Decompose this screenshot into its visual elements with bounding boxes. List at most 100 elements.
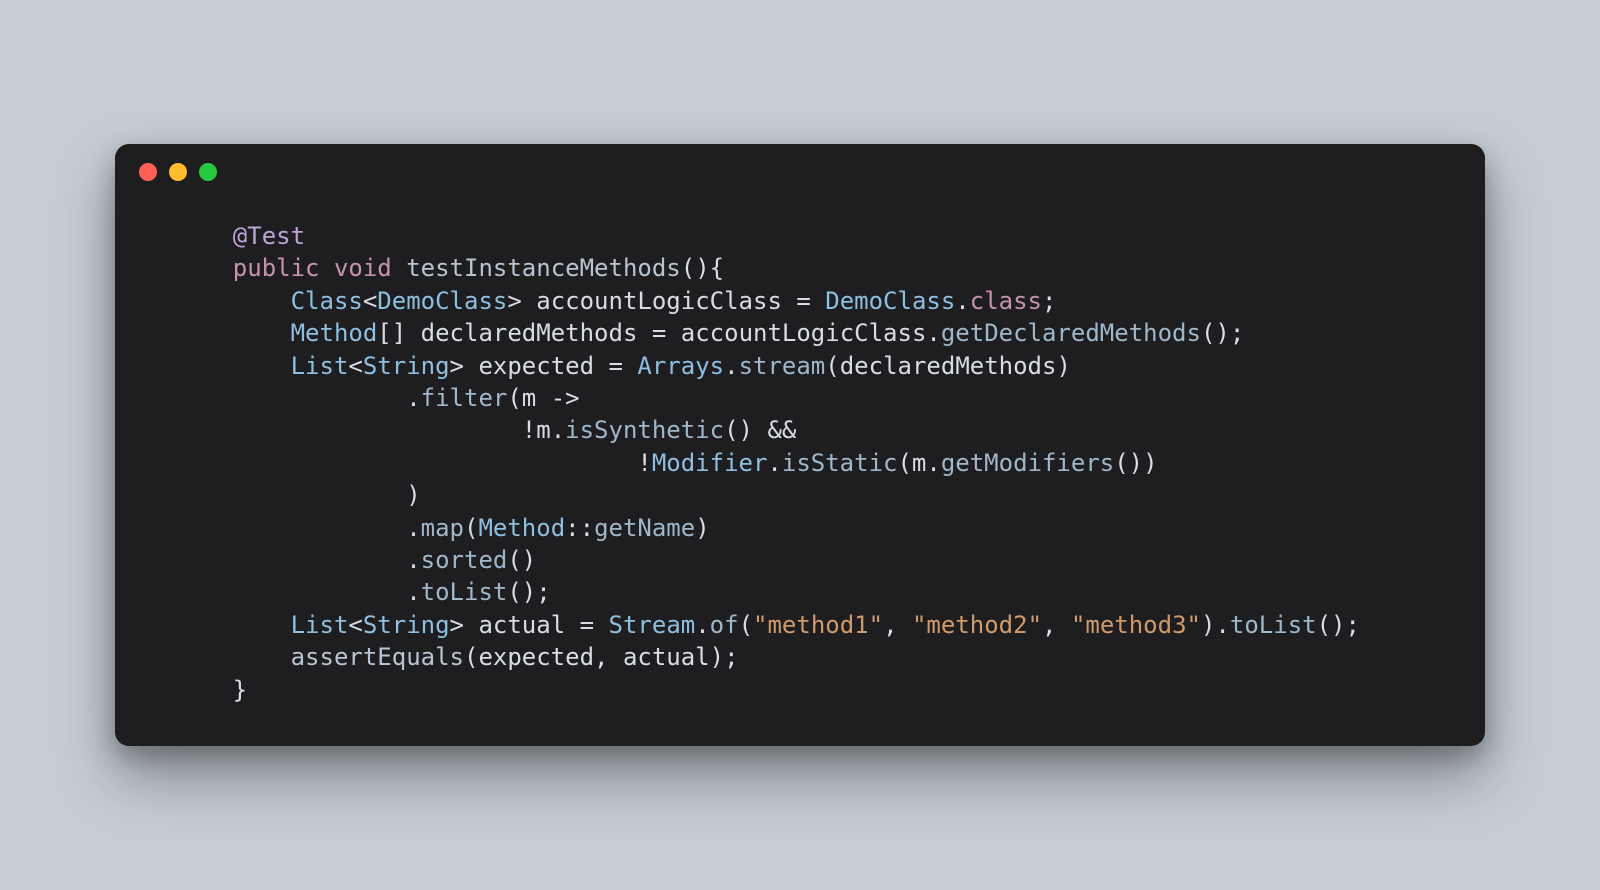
code-token: ! — [175, 449, 652, 477]
code-token: = — [594, 352, 637, 380]
code-token: String — [363, 352, 450, 380]
code-token: m — [536, 416, 550, 444]
code-token: DemoClass — [377, 287, 507, 315]
code-token: () && — [724, 416, 796, 444]
code-token: (); — [507, 578, 550, 606]
code-token: sorted — [421, 546, 508, 574]
code-token: accountLogicClass — [536, 287, 782, 315]
code-token: ( — [507, 384, 521, 412]
code-token: "method2" — [912, 611, 1042, 639]
code-token: Arrays — [637, 352, 724, 380]
code-token: > — [450, 352, 479, 380]
code-token: . — [175, 546, 421, 574]
code-token: filter — [421, 384, 508, 412]
code-token: ) — [1056, 352, 1070, 380]
code-token: ( — [897, 449, 911, 477]
code-token: () — [507, 546, 536, 574]
code-token: accountLogicClass — [681, 319, 927, 347]
code-token: . — [926, 319, 940, 347]
code-token: Method — [291, 319, 378, 347]
code-token: ) — [695, 514, 709, 542]
code-token — [320, 254, 334, 282]
code-token: ()) — [1114, 449, 1157, 477]
code-token: expected — [478, 643, 594, 671]
code-token: "method1" — [753, 611, 883, 639]
code-token: , — [883, 611, 912, 639]
code-token: ). — [1201, 611, 1230, 639]
code-token: < — [348, 352, 362, 380]
code-token: "method3" — [1071, 611, 1201, 639]
code-token: m — [912, 449, 926, 477]
code-token — [175, 643, 291, 671]
code-token: [] — [377, 319, 420, 347]
code-token: actual — [478, 611, 565, 639]
code-token — [175, 254, 233, 282]
code-token: > — [507, 287, 536, 315]
code-token: actual — [623, 643, 710, 671]
code-token: -> — [536, 384, 594, 412]
code-token: , — [1042, 611, 1071, 639]
code-token: List — [291, 352, 349, 380]
code-token: (){ — [681, 254, 724, 282]
stage: @Test public void testInstanceMethods(){… — [0, 0, 1600, 890]
code-token: ( — [464, 643, 478, 671]
code-token: . — [551, 416, 565, 444]
code-token: toList — [1230, 611, 1317, 639]
minimize-icon[interactable] — [169, 163, 187, 181]
code-token: . — [724, 352, 738, 380]
code-token: map — [421, 514, 464, 542]
code-token: ); — [710, 643, 739, 671]
code-token: getDeclaredMethods — [941, 319, 1201, 347]
code-token: = — [782, 287, 825, 315]
code-token: String — [363, 611, 450, 639]
code-token: ! — [175, 416, 536, 444]
code-area: @Test public void testInstanceMethods(){… — [115, 200, 1485, 746]
code-token: getModifiers — [941, 449, 1114, 477]
code-token: . — [955, 287, 969, 315]
code-token: . — [175, 514, 421, 542]
code-token — [175, 222, 233, 250]
code-token: Stream — [609, 611, 696, 639]
code-token: public — [233, 254, 320, 282]
code-token: ( — [825, 352, 839, 380]
code-token: < — [363, 287, 377, 315]
code-token: declaredMethods — [421, 319, 638, 347]
code-token: class — [970, 287, 1042, 315]
code-token: (); — [1201, 319, 1244, 347]
code-token: } — [175, 676, 247, 704]
close-icon[interactable] — [139, 163, 157, 181]
code-token: , — [594, 643, 623, 671]
code-token: void — [334, 254, 392, 282]
zoom-icon[interactable] — [199, 163, 217, 181]
code-token: stream — [739, 352, 826, 380]
code-token: m — [522, 384, 536, 412]
code-token — [392, 254, 406, 282]
code-token: :: — [565, 514, 594, 542]
code-block: @Test public void testInstanceMethods(){… — [175, 220, 1425, 706]
code-token: Class — [291, 287, 363, 315]
code-token: ) — [175, 481, 421, 509]
code-token — [175, 319, 291, 347]
code-token: assertEquals — [291, 643, 464, 671]
code-token: isStatic — [782, 449, 898, 477]
code-token: > — [450, 611, 479, 639]
code-token: expected — [478, 352, 594, 380]
code-token: declaredMethods — [840, 352, 1057, 380]
code-token: List — [291, 611, 349, 639]
code-token: getName — [594, 514, 695, 542]
window-titlebar — [115, 144, 1485, 200]
code-token: . — [175, 578, 421, 606]
code-token: @Test — [233, 222, 305, 250]
code-token: DemoClass — [825, 287, 955, 315]
code-token: of — [710, 611, 739, 639]
code-token: Method — [478, 514, 565, 542]
code-token — [175, 287, 291, 315]
code-window: @Test public void testInstanceMethods(){… — [115, 144, 1485, 746]
code-token: . — [695, 611, 709, 639]
code-token — [175, 352, 291, 380]
code-token: = — [637, 319, 680, 347]
code-token: (); — [1317, 611, 1360, 639]
code-token: . — [175, 384, 421, 412]
code-token: Modifier — [652, 449, 768, 477]
code-token: isSynthetic — [565, 416, 724, 444]
